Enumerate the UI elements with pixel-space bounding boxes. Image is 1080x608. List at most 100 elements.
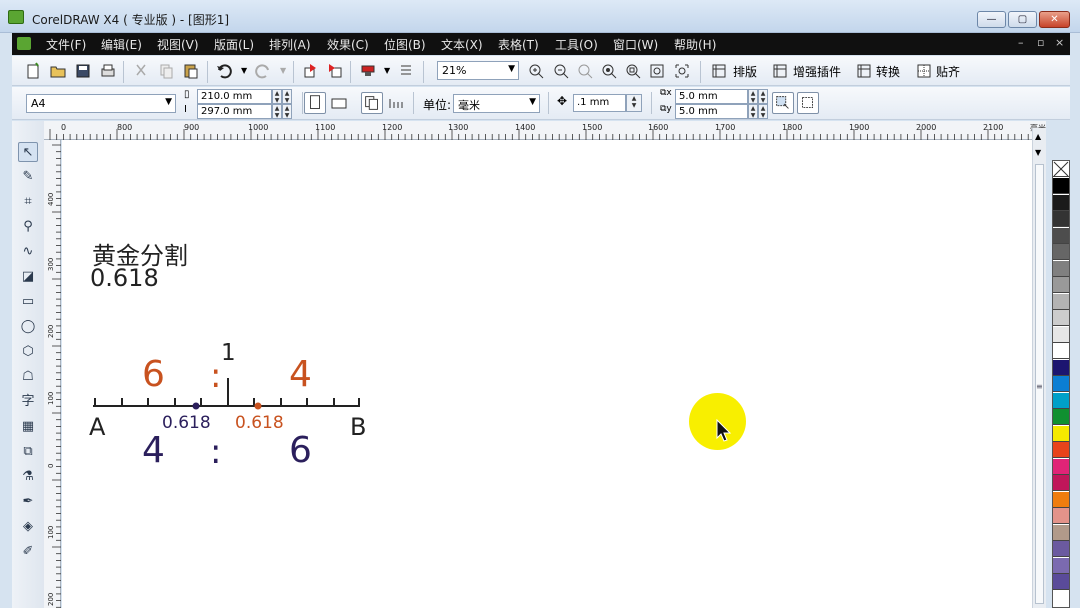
- new-document-icon[interactable]: [24, 62, 42, 80]
- zoom-out-icon[interactable]: [552, 62, 570, 80]
- print-icon[interactable]: [99, 62, 117, 80]
- color-swatch[interactable]: [1053, 260, 1069, 277]
- menu-arrange[interactable]: 排列(A): [269, 36, 311, 53]
- color-swatch[interactable]: [1053, 574, 1069, 590]
- menu-tools[interactable]: 工具(O): [555, 36, 598, 53]
- width-stepper-2[interactable]: ▲ ▼: [282, 89, 292, 104]
- document-icon[interactable]: [17, 37, 31, 50]
- rectangle-tool-icon[interactable]: ▭: [18, 292, 38, 312]
- doc-minimize-button[interactable]: –: [1018, 36, 1024, 49]
- color-swatch[interactable]: [1053, 458, 1069, 475]
- color-palette[interactable]: [1052, 160, 1070, 608]
- height-stepper[interactable]: ▲ ▼: [272, 104, 282, 119]
- scroll-up-arrow-icon[interactable]: ▲: [1035, 132, 1041, 141]
- color-swatch[interactable]: [1053, 244, 1069, 260]
- minimize-button[interactable]: —: [977, 11, 1006, 28]
- color-swatch[interactable]: [1053, 392, 1069, 409]
- color-swatch[interactable]: [1053, 343, 1069, 359]
- menu-text[interactable]: 文本(X): [441, 36, 483, 53]
- menu-effects[interactable]: 效果(C): [327, 36, 369, 53]
- pick-tool-icon[interactable]: ↖: [18, 142, 38, 162]
- page-width-field[interactable]: 210.0 mm: [197, 89, 272, 104]
- top-left-ratio-number[interactable]: 6: [142, 354, 165, 395]
- cut-icon[interactable]: [132, 62, 150, 80]
- save-icon[interactable]: [74, 62, 92, 80]
- color-swatch[interactable]: [1053, 409, 1069, 425]
- color-swatch[interactable]: [1053, 376, 1069, 392]
- application-launcher-icon[interactable]: [359, 62, 377, 80]
- freehand-tool-icon[interactable]: ∿: [18, 242, 38, 262]
- whole-length-one[interactable]: 1: [221, 340, 236, 366]
- color-swatch[interactable]: [1053, 541, 1069, 557]
- dup-x-stepper[interactable]: ▲ ▼: [748, 89, 758, 104]
- enhance-plugin-icon[interactable]: [771, 62, 789, 80]
- treat-as-filled-button[interactable]: [772, 92, 794, 114]
- color-swatch[interactable]: [1053, 194, 1069, 211]
- launcher-dropdown-icon[interactable]: ▼: [384, 66, 390, 75]
- color-swatch[interactable]: [1053, 557, 1069, 574]
- menu-file[interactable]: 文件(F): [46, 36, 86, 53]
- doc-close-button[interactable]: ×: [1055, 36, 1064, 49]
- color-swatch[interactable]: [1053, 293, 1069, 310]
- color-swatch[interactable]: [1053, 178, 1069, 194]
- outline-pen-tool-icon[interactable]: ✒: [18, 492, 38, 512]
- color-swatch[interactable]: [1053, 277, 1069, 293]
- interactive-blend-tool-icon[interactable]: ⧉: [18, 442, 38, 462]
- undo-dropdown-icon[interactable]: ▼: [241, 66, 247, 75]
- zoom-level-select[interactable]: 21% ▼: [437, 61, 519, 80]
- vertical-ruler[interactable]: 400 300 200 100 0 100 200: [44, 140, 61, 608]
- page-size-select[interactable]: A4 ▼: [26, 94, 176, 113]
- color-swatch[interactable]: [1053, 442, 1069, 458]
- landscape-icon[interactable]: [330, 94, 348, 112]
- menu-view[interactable]: 视图(V): [157, 36, 199, 53]
- units-select[interactable]: 毫米 ▼: [453, 94, 540, 113]
- welcome-screen-icon[interactable]: [397, 62, 415, 80]
- color-swatch[interactable]: [1053, 326, 1069, 343]
- width-stepper[interactable]: ▲ ▼: [272, 89, 282, 104]
- color-swatch[interactable]: [1053, 475, 1069, 491]
- endpoint-b-label[interactable]: B: [350, 413, 366, 441]
- color-swatch[interactable]: [1053, 491, 1069, 508]
- dup-x-stepper-2[interactable]: ▲ ▼: [758, 89, 768, 104]
- top-right-ratio-number[interactable]: 4: [289, 354, 312, 395]
- dock-enhance-label[interactable]: 增强插件: [793, 63, 841, 80]
- zoom-page-width-icon[interactable]: [648, 62, 666, 80]
- zoom-selected-icon[interactable]: [576, 62, 594, 80]
- close-button[interactable]: ✕: [1039, 11, 1070, 28]
- eyedropper-tool-icon[interactable]: ⚗: [18, 467, 38, 487]
- left-ratio-label[interactable]: 0.618: [162, 413, 211, 433]
- color-swatch[interactable]: [1053, 211, 1069, 227]
- nudge-distance-field[interactable]: .1 mm: [573, 94, 626, 112]
- zoom-in-icon[interactable]: [527, 62, 545, 80]
- ratio-line-diagram[interactable]: [88, 370, 368, 420]
- snap-icon[interactable]: [915, 62, 933, 80]
- menu-layout[interactable]: 版面(L): [214, 36, 254, 53]
- export-icon[interactable]: [326, 62, 344, 80]
- nudge-stepper[interactable]: ▲ ▼: [626, 94, 642, 112]
- golden-ratio-value[interactable]: 0.618: [90, 264, 159, 292]
- paste-icon[interactable]: [182, 62, 200, 80]
- bottom-right-ratio-number[interactable]: 6: [289, 430, 312, 471]
- doc-restore-button[interactable]: ▫: [1037, 36, 1044, 49]
- current-page-icon[interactable]: [387, 94, 405, 112]
- menu-table[interactable]: 表格(T): [498, 36, 539, 53]
- dup-y-stepper[interactable]: ▲ ▼: [748, 104, 758, 119]
- text-tool-icon[interactable]: 字: [18, 392, 38, 412]
- zoom-all-objects-icon[interactable]: [600, 62, 618, 80]
- dup-y-stepper-2[interactable]: ▲ ▼: [758, 104, 768, 119]
- shape-tool-icon[interactable]: ✎: [18, 167, 38, 187]
- import-icon[interactable]: [302, 62, 320, 80]
- convert-icon[interactable]: [855, 62, 873, 80]
- no-fill-swatch[interactable]: [1053, 161, 1069, 177]
- basic-shapes-tool-icon[interactable]: ☖: [18, 367, 38, 387]
- undo-icon[interactable]: [215, 62, 233, 80]
- open-folder-icon[interactable]: [49, 62, 67, 80]
- color-swatch[interactable]: [1053, 524, 1069, 541]
- redo-dropdown-icon[interactable]: ▼: [280, 66, 286, 75]
- zoom-page-height-icon[interactable]: [673, 62, 691, 80]
- interactive-fill-tool-icon[interactable]: ✐: [18, 542, 38, 562]
- maximize-button[interactable]: ▢: [1008, 11, 1037, 28]
- color-swatch[interactable]: [1053, 227, 1069, 244]
- polygon-tool-icon[interactable]: ⬡: [18, 342, 38, 362]
- snap-to-objects-button[interactable]: [797, 92, 819, 114]
